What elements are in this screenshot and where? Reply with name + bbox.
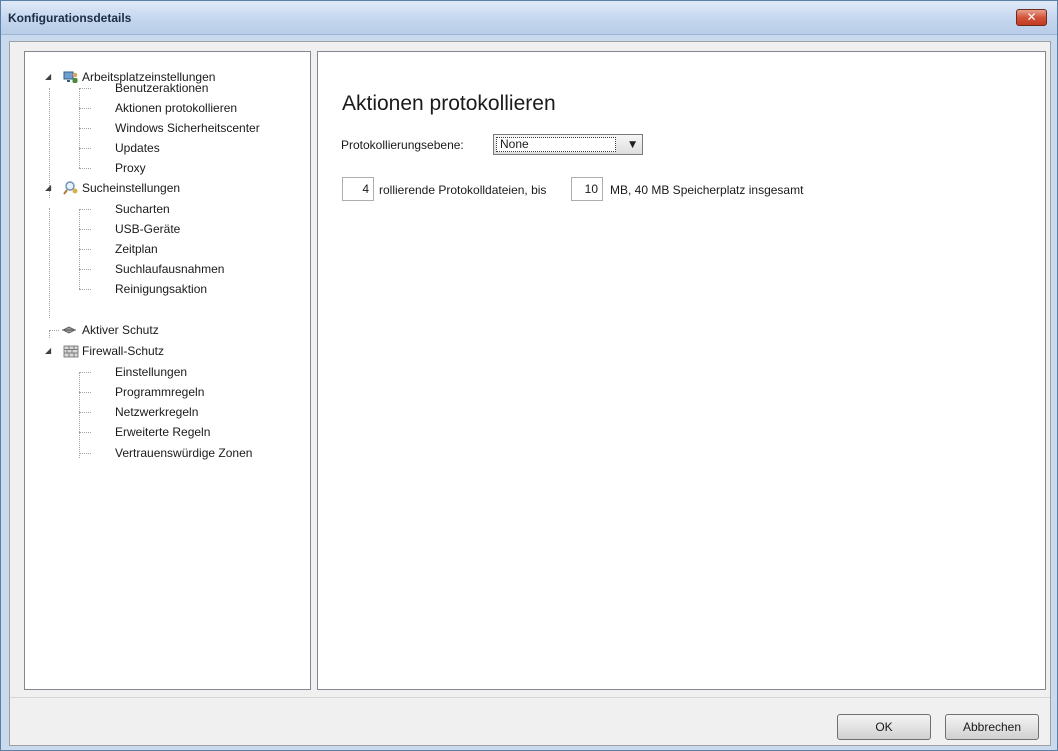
tree-group-label: Sucheinstellungen (82, 181, 181, 195)
tree-connector (49, 208, 50, 318)
tree-group-sucheinstellungen[interactable]: ◢ Sucheinstellungen (45, 178, 295, 198)
tree-item-label: Suchlaufausnahmen (115, 262, 225, 276)
tree-group-label: Aktiver Schutz (82, 323, 159, 337)
tree-item-label: Vertrauenswürdige Zonen (115, 446, 253, 460)
window-title: Konfigurationsdetails (8, 11, 132, 25)
tree-connector (79, 432, 91, 433)
tree-item-label: Sucharten (115, 202, 170, 216)
expand-arrow-icon[interactable]: ◢ (45, 341, 51, 361)
size-limit-text: MB, 40 MB Speicherplatz insgesamt (610, 183, 804, 197)
log-level-label: Protokollierungsebene: (341, 138, 464, 152)
tree-item-label: USB-Geräte (115, 222, 181, 236)
close-button[interactable]: ✕ (1016, 9, 1047, 26)
tree-item-label: Updates (115, 141, 160, 155)
tree-item-label: Programmregeln (115, 385, 205, 399)
firewall-icon (63, 345, 79, 358)
settings-content-panel: Aktionen protokollieren Protokollierungs… (317, 51, 1046, 690)
tree-item-label: Zeitplan (115, 242, 158, 256)
rolling-count-input[interactable]: 4 (342, 177, 374, 201)
tree-connector (79, 209, 80, 289)
tree-connector (79, 392, 91, 393)
tree-connector (79, 229, 91, 230)
tree-connector (79, 168, 91, 169)
tree-item-label: Benutzeraktionen (115, 81, 209, 95)
expand-arrow-icon[interactable]: ◢ (45, 67, 51, 87)
tree-connector (79, 269, 91, 270)
size-limit-input[interactable]: 10 (571, 177, 603, 201)
tree-group-firewall-schutz[interactable]: ◢ Firewall-Schutz (45, 341, 295, 361)
tree-connector (79, 372, 91, 373)
tree-connector (79, 128, 91, 129)
expand-arrow-icon[interactable]: ◢ (45, 178, 51, 198)
ok-button[interactable]: OK (837, 714, 931, 740)
tree-connector (79, 372, 80, 458)
tree-connector (79, 108, 91, 109)
dialog-client-area: ◢ Arbeitsplatzeinstellungen Benutzerakti… (9, 41, 1051, 746)
tree-connector (79, 88, 80, 168)
cancel-button[interactable]: Abbrechen (945, 714, 1039, 740)
config-window: Konfigurationsdetails ✕ ◢ Arbeitsplatzei… (0, 0, 1058, 751)
settings-tree[interactable]: ◢ Arbeitsplatzeinstellungen Benutzerakti… (24, 51, 311, 690)
tree-item-label: Windows Sicherheitscenter (115, 121, 260, 135)
magnifier-icon (63, 181, 78, 195)
tree-item-label: Erweiterte Regeln (115, 425, 211, 439)
log-level-dropdown[interactable]: None ▼ (493, 134, 643, 155)
tree-connector (79, 412, 91, 413)
dropdown-arrow-icon[interactable]: ▼ (629, 138, 636, 152)
tree-connector (79, 88, 91, 89)
log-level-selected-value: None (496, 137, 616, 152)
tree-item-label: Proxy (115, 161, 146, 175)
tree-connector (79, 148, 91, 149)
tree-item-label: Aktionen protokollieren (115, 101, 238, 115)
tree-connector (79, 209, 91, 210)
shield-icon (62, 326, 76, 334)
tree-item-label: Einstellungen (115, 365, 188, 379)
tree-connector (79, 289, 91, 290)
tree-group-aktiver-schutz[interactable]: Aktiver Schutz (45, 320, 295, 340)
computer-user-icon (63, 71, 78, 83)
tree-item-label: Reinigungsaktion (115, 282, 208, 296)
rolling-files-text: rollierende Protokolldateien, bis (379, 183, 547, 197)
tree-connector (79, 453, 91, 454)
title-bar[interactable]: Konfigurationsdetails ✕ (1, 1, 1057, 35)
tree-item-label: Netzwerkregeln (115, 405, 199, 419)
footer-divider (10, 697, 1050, 698)
page-title: Aktionen protokollieren (342, 92, 556, 115)
tree-connector (79, 249, 91, 250)
tree-group-label: Firewall-Schutz (82, 344, 165, 358)
